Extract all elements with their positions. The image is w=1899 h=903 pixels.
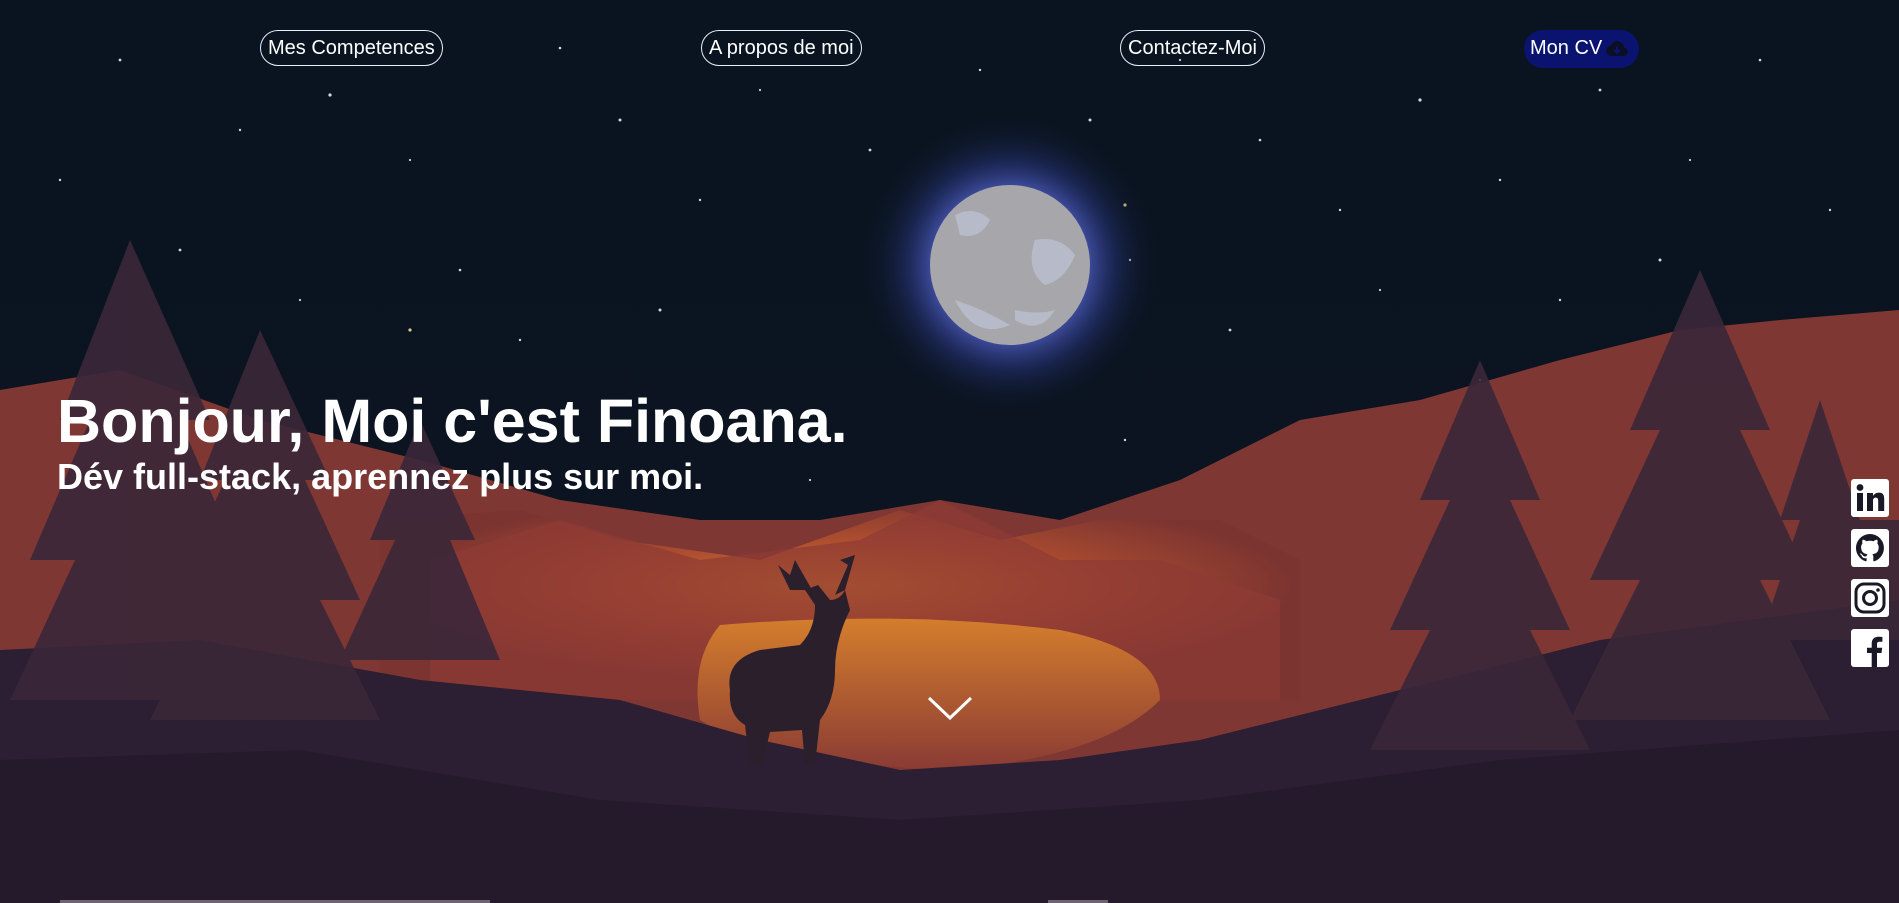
page: Mes Competences A propos de moi Contacte…: [0, 0, 1899, 903]
github-icon[interactable]: [1850, 528, 1890, 568]
hero-section: Bonjour, Moi c'est Finoana. Dév full-sta…: [57, 385, 848, 497]
hero-title: Bonjour, Moi c'est Finoana.: [57, 387, 848, 455]
cloud-download-icon: [1606, 41, 1628, 56]
instagram-icon[interactable]: [1850, 578, 1890, 618]
cv-button-label: Mon CV: [1530, 37, 1603, 59]
linkedin-icon[interactable]: [1850, 478, 1890, 518]
top-navigation: Mes Competences A propos de moi Contacte…: [0, 30, 1899, 70]
facebook-icon[interactable]: [1850, 628, 1890, 668]
hero-subtitle: Dév full-stack, aprennez plus sur moi.: [57, 456, 704, 497]
chevron-down-icon[interactable]: [925, 690, 975, 726]
social-links: [1850, 478, 1890, 678]
nav-about-link[interactable]: A propos de moi: [701, 30, 862, 66]
download-cv-button[interactable]: Mon CV: [1524, 30, 1639, 68]
nav-contact-link[interactable]: Contactez-Moi: [1120, 30, 1265, 66]
nav-skills-link[interactable]: Mes Competences: [260, 30, 443, 66]
moon: [930, 185, 1090, 345]
